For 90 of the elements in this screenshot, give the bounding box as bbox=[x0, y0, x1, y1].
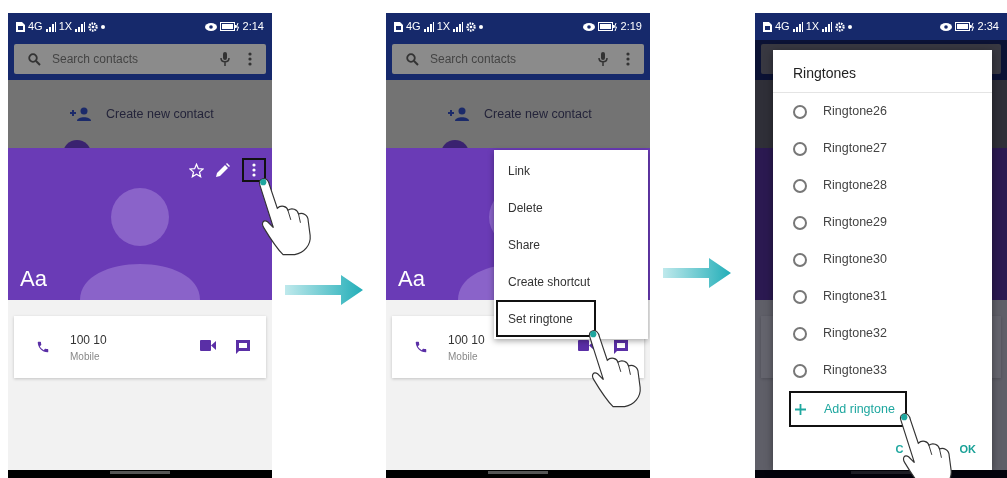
network-label: 4G bbox=[406, 19, 421, 35]
avatar-silhouette-icon bbox=[80, 188, 200, 300]
create-contact-link: Create new contact bbox=[106, 105, 214, 123]
pencil-icon[interactable] bbox=[216, 163, 230, 177]
notification-dot-icon bbox=[848, 24, 853, 29]
more-options-icon bbox=[252, 163, 256, 177]
notification-dot-icon bbox=[479, 24, 484, 29]
ringtone-label: Ringtone33 bbox=[823, 362, 887, 380]
add-person-icon bbox=[448, 107, 470, 121]
ringtone-option[interactable]: Ringtone26 bbox=[773, 93, 992, 130]
plus-icon bbox=[795, 403, 806, 415]
signal-icon bbox=[453, 21, 464, 32]
ringtone-label: Ringtone26 bbox=[823, 103, 887, 121]
phone-number: 100 10 bbox=[70, 331, 108, 349]
signal-icon bbox=[423, 21, 434, 32]
network-label: 1X bbox=[58, 19, 73, 35]
contact-name: Aa bbox=[398, 268, 425, 290]
signal-icon bbox=[45, 21, 56, 32]
menu-item[interactable]: Link bbox=[496, 152, 596, 189]
ringtone-label: Ringtone30 bbox=[823, 251, 887, 269]
radio-button[interactable] bbox=[793, 141, 807, 156]
message-icon[interactable] bbox=[614, 340, 628, 354]
ringtone-option[interactable]: Ringtone29 bbox=[773, 204, 992, 241]
ringtone-option[interactable]: Ringtone31 bbox=[773, 278, 992, 315]
ringtone-option[interactable]: Ringtone27 bbox=[773, 130, 992, 167]
radio-button[interactable] bbox=[793, 289, 807, 304]
search-field[interactable]: Search contacts bbox=[392, 44, 644, 74]
gear-icon bbox=[466, 21, 477, 32]
create-contact-link: Create new contact bbox=[484, 105, 592, 123]
clock-time: 2:19 bbox=[620, 19, 642, 35]
number-type: Mobile bbox=[448, 349, 479, 364]
battery-icon bbox=[597, 22, 618, 31]
eye-icon bbox=[582, 22, 595, 31]
ringtone-option[interactable]: Ringtone33 bbox=[773, 352, 992, 389]
phone-icon[interactable] bbox=[414, 340, 428, 354]
radio-button[interactable] bbox=[793, 104, 807, 119]
sim-card-icon bbox=[394, 21, 403, 32]
search-field[interactable]: Search contacts bbox=[14, 44, 266, 74]
sim-card-icon bbox=[16, 21, 25, 32]
clock-time: 2:14 bbox=[242, 19, 264, 35]
microphone-icon[interactable] bbox=[220, 52, 230, 66]
eye-icon bbox=[204, 22, 217, 31]
more-options-icon[interactable] bbox=[626, 52, 630, 66]
network-label: 1X bbox=[436, 19, 451, 35]
number-type: Mobile bbox=[70, 349, 101, 364]
ringtone-option[interactable]: Ringtone28 bbox=[773, 167, 992, 204]
radio-button[interactable] bbox=[793, 363, 807, 378]
search-icon bbox=[406, 53, 419, 66]
menu-item[interactable]: Set ringtone bbox=[496, 300, 596, 337]
phone-number: 100 10 bbox=[448, 331, 486, 349]
dialog-title: Ringtones bbox=[773, 50, 992, 93]
battery-icon bbox=[219, 22, 240, 31]
gear-icon bbox=[88, 21, 99, 32]
battery-icon bbox=[954, 22, 975, 31]
menu-item[interactable]: Delete bbox=[496, 189, 596, 226]
network-label: 4G bbox=[28, 19, 43, 35]
search-icon bbox=[28, 53, 41, 66]
sim-card-icon bbox=[763, 21, 772, 32]
ringtone-label: Ringtone27 bbox=[823, 140, 887, 158]
microphone-icon[interactable] bbox=[598, 52, 608, 66]
radio-button[interactable] bbox=[793, 178, 807, 193]
ringtone-option[interactable]: Ringtone32 bbox=[773, 315, 992, 352]
message-icon[interactable] bbox=[236, 340, 250, 354]
signal-icon bbox=[822, 21, 833, 32]
radio-button[interactable] bbox=[793, 215, 807, 230]
step-arrow bbox=[663, 258, 731, 288]
menu-item[interactable]: Share bbox=[496, 226, 596, 263]
gear-icon bbox=[835, 21, 846, 32]
star-icon[interactable] bbox=[189, 162, 204, 178]
ringtone-label: Ringtone31 bbox=[823, 288, 887, 306]
eye-icon bbox=[939, 22, 952, 31]
ringtone-label: Ringtone29 bbox=[823, 214, 887, 232]
notification-dot-icon bbox=[101, 24, 106, 29]
phone-icon[interactable] bbox=[36, 340, 50, 354]
more-options-icon[interactable] bbox=[248, 52, 252, 66]
ringtone-label: Ringtone32 bbox=[823, 325, 887, 343]
signal-icon bbox=[792, 21, 803, 32]
radio-button[interactable] bbox=[793, 326, 807, 341]
signal-icon bbox=[75, 21, 86, 32]
network-label: 4G bbox=[775, 19, 790, 35]
ringtone-option[interactable]: Ringtone30 bbox=[773, 241, 992, 278]
network-label: 1X bbox=[805, 19, 820, 35]
clock-time: 2:34 bbox=[977, 19, 999, 35]
contact-name: Aa bbox=[20, 268, 47, 290]
add-person-icon bbox=[70, 107, 92, 121]
ringtone-label: Ringtone28 bbox=[823, 177, 887, 195]
video-call-icon[interactable] bbox=[200, 340, 216, 351]
radio-button[interactable] bbox=[793, 252, 807, 267]
video-call-icon[interactable] bbox=[578, 340, 594, 351]
menu-item[interactable]: Create shortcut bbox=[496, 263, 603, 300]
